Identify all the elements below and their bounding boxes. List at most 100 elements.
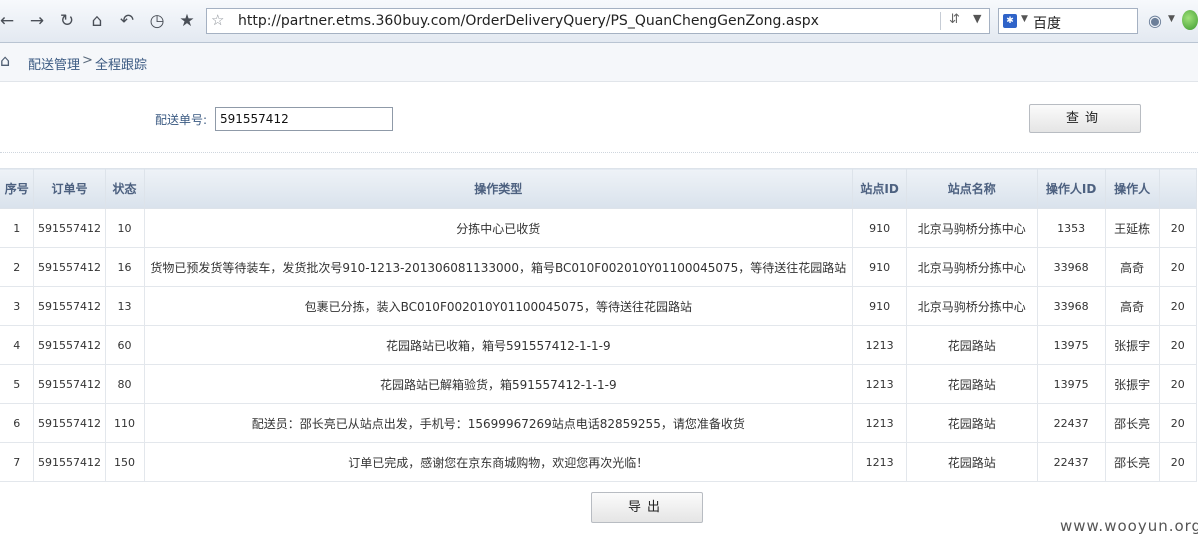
column-header[interactable]: 状态 bbox=[104, 168, 145, 209]
cell-order-id: 591557412 bbox=[33, 286, 106, 326]
cell-operator-id: 33968 bbox=[1036, 247, 1106, 287]
browser-toolbar: ← → ↻ ⌂ ↶ ◷ ★ ☆ http://partner.etms.360b… bbox=[0, 0, 1198, 43]
cell-site-name: 北京马驹桥分拣中心 bbox=[906, 208, 1038, 248]
refresh-icon[interactable]: ↻ bbox=[56, 9, 78, 33]
camera-icon[interactable]: ◉ bbox=[1148, 11, 1162, 30]
table-row: 3 591557412 13 包裹已分拣，装入BC010F002010Y0110… bbox=[0, 286, 1198, 326]
column-header[interactable]: 操作类型 bbox=[143, 168, 854, 209]
compat-view-icon[interactable]: ⇵ bbox=[949, 12, 960, 27]
query-button[interactable]: 查询 bbox=[1029, 104, 1141, 133]
table-header-row: 序号 订单号 状态 操作类型 站点ID 站点名称 操作人ID 操作人 bbox=[0, 168, 1198, 209]
column-header[interactable]: 站点ID bbox=[852, 168, 908, 209]
cell-order-id: 591557412 bbox=[33, 364, 106, 404]
divider bbox=[0, 152, 1198, 153]
cell-operator-id: 22437 bbox=[1036, 442, 1106, 482]
cell-site-name: 花园路站 bbox=[906, 325, 1038, 365]
chevron-down-icon[interactable]: ▼ bbox=[973, 12, 981, 25]
back-arrow-icon[interactable]: ← bbox=[0, 9, 18, 33]
cell-status: 150 bbox=[104, 442, 145, 482]
cell-operator: 王延栋 bbox=[1104, 208, 1160, 248]
cell-site-id: 910 bbox=[852, 208, 908, 248]
history-icon[interactable]: ◷ bbox=[146, 9, 168, 33]
cell-operator: 张振宇 bbox=[1104, 325, 1160, 365]
cell-operator-id: 22437 bbox=[1036, 403, 1106, 443]
column-header[interactable]: 站点名称 bbox=[906, 168, 1038, 209]
cell-operator-id: 13975 bbox=[1036, 325, 1106, 365]
cell-order-id: 591557412 bbox=[33, 442, 106, 482]
cell-operator-id: 13975 bbox=[1036, 364, 1106, 404]
breadcrumb: ⌂ 配送管理 > 全程跟踪 bbox=[0, 43, 1198, 82]
watermark-text: www.wooyun.org bbox=[1060, 517, 1198, 535]
address-bar-divider bbox=[940, 12, 941, 30]
cell-status: 60 bbox=[104, 325, 145, 365]
cell-operator: 高奇 bbox=[1104, 247, 1160, 287]
cell-site-id: 1213 bbox=[852, 442, 908, 482]
cell-seq: 6 bbox=[0, 403, 35, 443]
chevron-down-icon[interactable]: ▼ bbox=[1168, 14, 1175, 24]
cell-operator: 邵长亮 bbox=[1104, 403, 1160, 443]
cell-order-id: 591557412 bbox=[33, 403, 106, 443]
cell-site-name: 花园路站 bbox=[906, 364, 1038, 404]
cell-time: 20 bbox=[1158, 325, 1198, 365]
cell-time: 20 bbox=[1158, 247, 1198, 287]
cell-order-id: 591557412 bbox=[33, 247, 106, 287]
column-header[interactable]: 序号 bbox=[0, 168, 35, 209]
cell-site-name: 花园路站 bbox=[906, 442, 1038, 482]
table-row: 6 591557412 110 配送员：邵长亮已从站点出发，手机号：156999… bbox=[0, 403, 1198, 443]
column-header[interactable]: 订单号 bbox=[33, 168, 106, 209]
cell-operation: 订单已完成，感谢您在京东商城购物，欢迎您再次光临！ bbox=[143, 442, 854, 482]
cell-operator: 邵长亮 bbox=[1104, 442, 1160, 482]
table-row: 1 591557412 10 分拣中心已收货 910 北京马驹桥分拣中心 135… bbox=[0, 208, 1198, 248]
delivery-number-label: 配送单号: bbox=[155, 113, 208, 127]
cell-operation: 花园路站已解箱验货，箱591557412-1-1-9 bbox=[143, 364, 854, 404]
column-header[interactable]: 操作人 bbox=[1104, 168, 1160, 209]
cell-operation: 包裹已分拣，装入BC010F002010Y01100045075，等待送往花园路… bbox=[143, 286, 854, 326]
breadcrumb-current: 全程跟踪 bbox=[95, 58, 148, 73]
search-engine-dropdown-icon[interactable]: ▼ bbox=[1021, 14, 1028, 24]
export-button[interactable]: 导出 bbox=[591, 492, 703, 523]
delivery-number-input[interactable] bbox=[215, 107, 393, 131]
cell-site-id: 1213 bbox=[852, 364, 908, 404]
column-header[interactable] bbox=[1158, 168, 1198, 209]
cell-status: 80 bbox=[104, 364, 145, 404]
cell-site-name: 北京马驹桥分拣中心 bbox=[906, 286, 1038, 326]
home-icon[interactable]: ⌂ bbox=[86, 9, 108, 33]
search-engine-icon[interactable]: ✱ bbox=[1003, 14, 1017, 28]
tracking-table: 序号 订单号 状态 操作类型 站点ID 站点名称 操作人ID 操作人 1 591… bbox=[0, 168, 1198, 482]
cell-seq: 3 bbox=[0, 286, 35, 326]
favorite-star-icon[interactable]: ☆ bbox=[211, 11, 224, 29]
table-row: 4 591557412 60 花园路站已收箱，箱号591557412-1-1-9… bbox=[0, 325, 1198, 365]
cell-seq: 2 bbox=[0, 247, 35, 287]
cell-operation: 货物已预发货等待装车，发货批次号910-1213-201306081133000… bbox=[143, 247, 854, 287]
cell-status: 16 bbox=[104, 247, 145, 287]
column-header[interactable]: 操作人ID bbox=[1036, 168, 1106, 209]
undo-icon[interactable]: ↶ bbox=[116, 9, 138, 33]
cell-operation: 配送员：邵长亮已从站点出发，手机号：15699967269站点电话8285925… bbox=[143, 403, 854, 443]
cell-site-id: 1213 bbox=[852, 325, 908, 365]
address-bar[interactable]: ☆ http://partner.etms.360buy.com/OrderDe… bbox=[206, 8, 990, 34]
search-engine-label[interactable]: 百度 bbox=[1033, 13, 1061, 33]
cell-time: 20 bbox=[1158, 403, 1198, 443]
cell-time: 20 bbox=[1158, 364, 1198, 404]
cell-site-name: 花园路站 bbox=[906, 403, 1038, 443]
cell-time: 20 bbox=[1158, 286, 1198, 326]
bookmark-star-icon[interactable]: ★ bbox=[176, 9, 198, 33]
cell-seq: 1 bbox=[0, 208, 35, 248]
url-text[interactable]: http://partner.etms.360buy.com/OrderDeli… bbox=[238, 13, 819, 29]
cell-status: 10 bbox=[104, 208, 145, 248]
cell-seq: 4 bbox=[0, 325, 35, 365]
cell-time: 20 bbox=[1158, 208, 1198, 248]
breadcrumb-separator: > bbox=[82, 53, 93, 68]
home-icon[interactable]: ⌂ bbox=[0, 51, 10, 70]
forward-arrow-icon[interactable]: → bbox=[26, 9, 48, 33]
cell-order-id: 591557412 bbox=[33, 325, 106, 365]
search-box[interactable]: ✱ ▼ 百度 bbox=[998, 8, 1138, 34]
table-row: 2 591557412 16 货物已预发货等待装车，发货批次号910-1213-… bbox=[0, 247, 1198, 287]
cell-time: 20 bbox=[1158, 442, 1198, 482]
breadcrumb-parent[interactable]: 配送管理 bbox=[28, 54, 80, 73]
cell-operator-id: 1353 bbox=[1036, 208, 1106, 248]
cell-order-id: 591557412 bbox=[33, 208, 106, 248]
globe-icon[interactable] bbox=[1182, 10, 1198, 30]
table-row: 7 591557412 150 订单已完成，感谢您在京东商城购物，欢迎您再次光临… bbox=[0, 442, 1198, 482]
cell-operation: 花园路站已收箱，箱号591557412-1-1-9 bbox=[143, 325, 854, 365]
